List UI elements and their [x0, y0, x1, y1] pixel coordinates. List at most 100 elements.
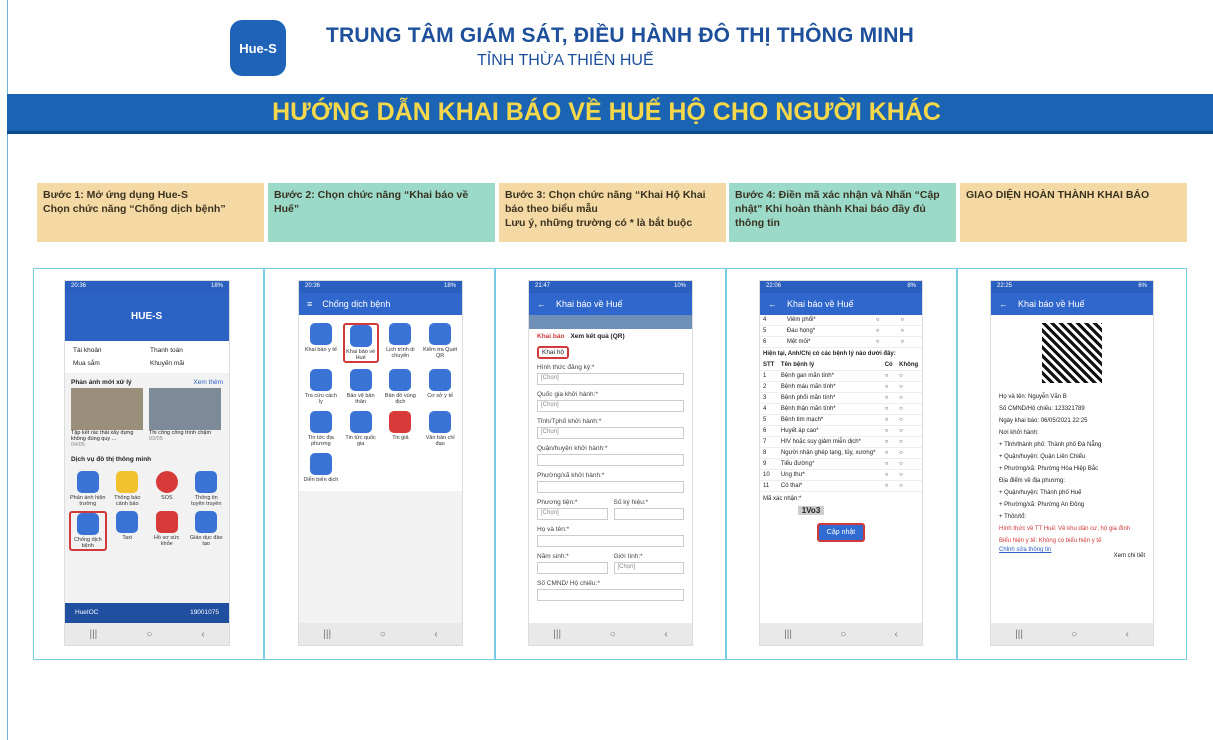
- hamburger-icon[interactable]: ≡: [307, 299, 312, 309]
- news-date: 04/05: [71, 442, 85, 448]
- disease-row[interactable]: 5 Bệnh tim mạch* ○ ○: [760, 414, 922, 426]
- disease-row[interactable]: 2 Bệnh máu mãn tính* ○ ○: [760, 381, 922, 393]
- tab-declare[interactable]: Khai báo: [537, 333, 564, 340]
- menu-promo[interactable]: Khuyến mãi: [150, 360, 221, 367]
- field-label: Tỉnh/Tphố khởi hành:*: [537, 418, 602, 425]
- news-card[interactable]: Tập kết rác thải xây dựng không đúng quy…: [71, 388, 143, 448]
- vehicle-number-input[interactable]: [613, 508, 684, 520]
- service-taxi[interactable]: Taxi: [109, 511, 147, 551]
- disease-row[interactable]: 11 Có thai* ○ ○: [760, 480, 922, 492]
- ward-select[interactable]: [537, 481, 684, 493]
- reg-type-select[interactable]: [Chọn]: [537, 373, 684, 385]
- battery: 18%: [443, 283, 456, 289]
- gender-select[interactable]: [Chọn]: [613, 562, 684, 574]
- news-title: Phản ánh mới xử lý: [71, 379, 132, 386]
- district-select[interactable]: [537, 454, 684, 466]
- id-number-input[interactable]: [537, 589, 684, 601]
- menu-shopping[interactable]: Mua sắm: [73, 360, 144, 367]
- birth-year-input[interactable]: [537, 562, 608, 574]
- vehicle-select[interactable]: [Chọn]: [537, 508, 608, 520]
- android-nav[interactable]: ||| ○ ‹: [529, 623, 692, 645]
- form-banner: [529, 315, 692, 329]
- screen-title: Khai báo về Huế: [787, 299, 854, 309]
- disease-row[interactable]: 10 Ung thư* ○ ○: [760, 469, 922, 481]
- item-local-news[interactable]: Tin tức địa phương: [303, 411, 339, 447]
- result-line: Biểu hiện y tế: Không có biểu hiện y tế: [999, 538, 1102, 544]
- disease-row[interactable]: 3 Bệnh phổi mãn tính* ○ ○: [760, 392, 922, 404]
- result-line: Nơi khởi hành:: [999, 430, 1039, 436]
- fullname-input[interactable]: [537, 535, 684, 547]
- android-nav[interactable]: ||| ○ ‹: [65, 623, 229, 645]
- service-info[interactable]: Thông tin tuyên truyền: [188, 471, 226, 507]
- step-2: Bước 2: Chọn chức năng “Khai báo về Huế”: [268, 183, 495, 242]
- battery: 8%: [907, 283, 916, 289]
- service-anti-epidemic[interactable]: Chống dịch bệnh: [69, 511, 107, 551]
- item-quarantine[interactable]: Tra cứu cách ly: [303, 369, 339, 405]
- screen-title: Khai báo về Huế: [556, 299, 623, 309]
- item-directives[interactable]: Văn bản chỉ đạo: [422, 411, 458, 447]
- disease-row[interactable]: 1 Bệnh gan mãn tính* ○ ○: [760, 370, 922, 382]
- item-self-protect[interactable]: Bảo vệ bản thân: [343, 369, 379, 405]
- battery: 10%: [673, 283, 686, 289]
- service-report[interactable]: Phản ánh hiện trường: [69, 471, 107, 507]
- update-button[interactable]: Cập nhật: [816, 523, 866, 542]
- service-alert[interactable]: Thông báo cảnh báo: [109, 471, 147, 507]
- result-line: + Tỉnh/thành phố: Thành phố Đà Nẵng: [999, 442, 1102, 448]
- back-icon[interactable]: ←: [537, 299, 546, 309]
- hotline[interactable]: 19001075: [190, 609, 219, 617]
- menu-account[interactable]: Tài khoản: [73, 347, 144, 354]
- android-nav[interactable]: ||| ○ ‹: [760, 623, 922, 645]
- disease-row[interactable]: 4 Bệnh thận mãn tính* ○ ○: [760, 403, 922, 415]
- back-icon[interactable]: ←: [999, 299, 1008, 309]
- result-line: Địa điểm về địa phương:: [999, 478, 1065, 484]
- item-declare-hue[interactable]: Khai báo về Huế: [342, 323, 379, 363]
- step-3: Bước 3: Chọn chức năng “Khai Hộ Khai báo…: [499, 183, 726, 242]
- disease-row[interactable]: 7 HIV hoặc suy giảm miễn dịch* ○ ○: [760, 436, 922, 448]
- menu-payment[interactable]: Thanh toán: [150, 347, 221, 354]
- news-card[interactable]: Thi công công trình chậm 03/05: [149, 388, 221, 448]
- item-medical-declaration[interactable]: Khai báo y tế: [303, 323, 339, 363]
- item-national-news[interactable]: Tin tức quốc gia: [343, 411, 379, 447]
- province-select[interactable]: [Chọn]: [537, 427, 684, 439]
- phone-3-form: 21:47 10% ← Khai báo về Huế Khai báo Xem kế…: [528, 280, 693, 646]
- hueioc-link[interactable]: HueIOC: [75, 609, 98, 617]
- captcha-label: Mã xác nhận:*: [763, 496, 802, 502]
- org-title: TRUNG TÂM GIÁM SÁT, ĐIỀU HÀNH ĐÔ THỊ THÔ…: [326, 24, 915, 47]
- phone-2-menu: 20:36 18% ≡ Chống dịch bệnh Khai báo y tế …: [298, 280, 463, 646]
- android-nav[interactable]: ||| ○ ‹: [299, 623, 462, 645]
- clock: 20:36: [305, 283, 321, 289]
- service-education[interactable]: Giáo dục đào tạo: [188, 511, 226, 551]
- news-date: 03/05: [149, 436, 163, 442]
- status-bar: 20:36 18%: [65, 281, 229, 293]
- service-health[interactable]: Hồ sơ sức khỏe: [148, 511, 186, 551]
- country-select[interactable]: [Chọn]: [537, 400, 684, 412]
- service-sos[interactable]: SOS: [148, 471, 186, 507]
- back-icon[interactable]: ←: [768, 299, 777, 309]
- tab-result[interactable]: Xem kết quả (QR): [570, 333, 624, 340]
- android-nav[interactable]: ||| ○ ‹: [991, 623, 1153, 645]
- item-epidemic-progress[interactable]: Diễn biến dịch: [303, 453, 339, 483]
- disease-row[interactable]: 9 Tiểu đường* ○ ○: [760, 458, 922, 470]
- step-5: GIAO DIỆN HOÀN THÀNH KHAI BÁO: [960, 183, 1187, 242]
- item-qr-scan[interactable]: Kiểm tra Quét QR: [422, 323, 458, 363]
- item-epidemic-map[interactable]: Bản đồ vùng dịch: [383, 369, 419, 405]
- field-label: Phương tiện:*: [537, 499, 578, 506]
- disease-table: STT Tên bệnh lý Có Không 1 Bệnh gan mãn tính*…: [760, 360, 922, 492]
- qr-code: [1042, 323, 1102, 383]
- item-medical-facility[interactable]: Cơ sở y tế: [422, 369, 458, 405]
- item-travel-schedule[interactable]: Lịch trình di chuyển: [383, 323, 419, 363]
- disease-row[interactable]: 8 Người nhận ghép tạng, tủy, xương* ○ ○: [760, 447, 922, 459]
- disease-row[interactable]: 6 Huyết áp cao* ○ ○: [760, 425, 922, 437]
- footer-bar: HueIOC 19001075: [65, 603, 229, 623]
- view-detail-link[interactable]: Xem chi tiết: [991, 553, 1153, 559]
- result-line: Số CMND/Hộ chiếu: 123321789: [999, 406, 1085, 412]
- declare-for-other-checkbox[interactable]: Khai hộ: [537, 346, 570, 359]
- see-more-link[interactable]: Xem thêm: [193, 379, 223, 386]
- symptom-row: 6 Mệt mỏi* ○ ○: [760, 336, 922, 348]
- item-fake-news[interactable]: Tin giả: [383, 411, 419, 447]
- services-title: Dịch vụ đô thị thông minh: [71, 456, 152, 463]
- result-line: + Quận/huyện: Thành phố Huế: [999, 490, 1082, 496]
- clock: 22:25: [997, 283, 1013, 289]
- result-line: Họ và tên: Nguyễn Văn B: [999, 394, 1067, 400]
- result-line: + Quận/huyện: Quận Liên Chiểu: [999, 454, 1086, 460]
